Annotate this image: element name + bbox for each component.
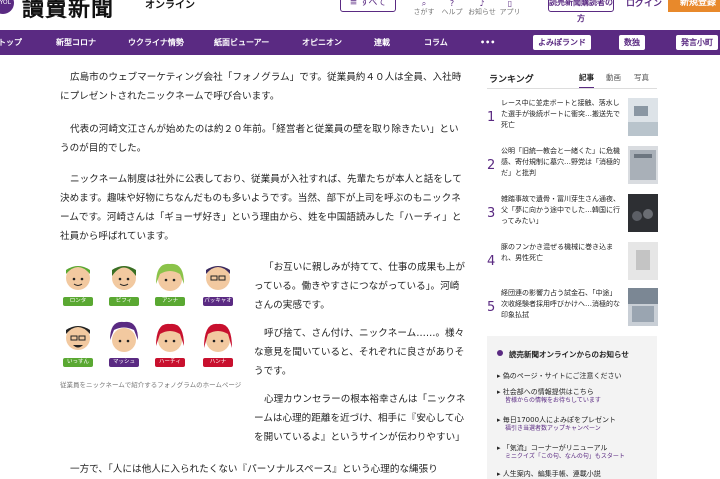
rank-headline: 豚のフンかき混ぜる機械に巻き込まれ、男性死亡 <box>501 243 614 262</box>
article-paragraph: 心理カウンセラーの根本裕幸さんは「ニックネームは心理的距離を近づけ、相手に『安心… <box>254 394 466 443</box>
login-link[interactable]: ログイン <box>626 0 662 9</box>
rank-thumbnail <box>628 288 658 326</box>
rank-thumbnail <box>628 98 658 136</box>
search-button[interactable]: ⌕ さがす <box>410 0 438 17</box>
nickname-tag: いっすん <box>63 358 93 367</box>
rank-headline: 公明「旧統一教会と一緒くた」に危機感、寄付規制に墓穴…野党は「消極的だ」と批判 <box>501 147 620 177</box>
help-button[interactable]: ? ヘルプ <box>438 0 466 17</box>
nav-pill-yomipo-land[interactable]: よみぽランド <box>533 35 591 50</box>
main-nav: トップ 新型コロナ ウクライナ情勢 紙面ビューアー オピニオン 連載 コラム •… <box>0 30 720 55</box>
notice-item[interactable]: ▸ 毎日17000人によみぽをプレゼント 福引き当選者数アップキャンペーン <box>497 416 657 433</box>
rank-thumbnail <box>628 242 658 280</box>
app-icon: ▯ <box>507 0 513 8</box>
nav-pill-sudoku[interactable]: 数独 <box>619 35 645 50</box>
site-logo[interactable]: 讀賣新聞 <box>22 0 114 23</box>
article-paragraph: 「お互いに親しみが持てて、仕事の成果も上がっている。働きやすさにつながっている」… <box>254 262 465 311</box>
rank-thumbnail <box>628 194 658 232</box>
tab-articles[interactable]: 記事 <box>579 72 594 89</box>
face-illustration <box>112 266 136 290</box>
nickname-tag: マッシュ <box>109 358 139 367</box>
face-illustration <box>156 263 184 291</box>
nav-item-opinion[interactable]: オピニオン <box>302 30 342 55</box>
article-paragraph: 広島市のウェブマーケティング会社「フォノグラム」です。従業員約４０人は全員、入社… <box>60 72 462 102</box>
notice-item[interactable]: ▸ 「気流」コーナーがリニューアル ミニクイズ「この句、なんの句」もスタート <box>497 444 657 461</box>
notice-panel: 読売新聞オンラインからのお知らせ ▸ 偽のページ・サイトにご注意ください ▸ 社… <box>487 336 657 479</box>
bell-icon: ♪ <box>479 0 485 8</box>
nav-item-series[interactable]: 連載 <box>374 30 390 55</box>
nav-item-top[interactable]: トップ <box>0 30 22 55</box>
nickname-tag: ロンタ <box>63 297 93 306</box>
article-paragraph: 一方で、「人には他人に入られたくない『パーソナルスペース』という心理的な縄張り <box>70 464 438 475</box>
site-header: YOL 讀賣新聞 オンライン ≡ すべて ⌕ さがす ? ヘルプ ♪ お知らせ ▯ アプ… <box>0 0 720 30</box>
figure-caption: 従業員をニックネームで紹介するフォノグラムのホームページ <box>60 381 242 389</box>
logo-badge: YOL <box>0 0 14 14</box>
app-button[interactable]: ▯ アプリ <box>496 0 524 17</box>
site-logo-sub: オンライン <box>145 0 195 11</box>
subscriber-register-button[interactable]: 読売新聞購読者の方 <box>548 0 614 23</box>
nav-more-button[interactable]: ••• <box>480 30 495 55</box>
article-paragraph: ニックネーム制度は社外に公表しており、従業員が入社すれば、先輩たちが本人と話をし… <box>60 174 462 242</box>
help-icon: ? <box>449 0 455 8</box>
new-registration-button[interactable]: 新規登録 <box>668 0 720 12</box>
divider <box>487 88 657 89</box>
face-illustration <box>156 323 184 352</box>
tab-photos[interactable]: 写真 <box>634 72 649 83</box>
rank-headline: レース中に並走ボートと接触、落水した選手が後続ボートに衝突…搬送先で死亡 <box>501 99 620 129</box>
rank-number: 1 <box>487 110 496 125</box>
article-paragraph: 代表の河崎文江さんが始めたのは約２０年前。「経営者と従業員の壁を取り除きたい」と… <box>60 124 459 154</box>
rank-number: 5 <box>487 300 496 315</box>
nickname-tag: パッキャオ <box>203 297 233 306</box>
face-illustration <box>66 326 90 350</box>
face-illustration <box>110 321 138 352</box>
nav-item-column[interactable]: コラム <box>424 30 448 55</box>
bullet-icon <box>497 350 503 356</box>
article-paragraph: 呼び捨て、さん付け、ニックネーム……。様々な意見を聞いていると、それぞれに良さが… <box>254 328 465 377</box>
tab-videos[interactable]: 動画 <box>606 72 621 83</box>
notice-item[interactable]: ▸ 人生案内、編集手帳、連載小説 <box>497 470 657 479</box>
nickname-tag: ハーチィ <box>155 358 185 367</box>
search-icon: ⌕ <box>421 0 427 8</box>
rank-thumbnail <box>628 146 658 184</box>
notice-item[interactable]: ▸ 偽のページ・サイトにご注意ください <box>497 372 657 381</box>
rank-headline: 雑踏事故で遺骨・冨川芽生さん通夜、父「夢に向かう途中でした…韓国に行ってみたい」 <box>501 195 620 225</box>
nav-item-coronavirus[interactable]: 新型コロナ <box>56 30 96 55</box>
rank-number: 4 <box>487 254 496 269</box>
rank-headline: 経団連の影響力占う試金石、「中途」次收経験者採用呼びかけへ…消極的な印象払拭 <box>501 289 620 319</box>
face-illustration <box>204 323 232 352</box>
notice-item[interactable]: ▸ 社会部への情報提供はこちら 皆様からの情報をお待ちしています <box>497 388 657 405</box>
notice-title: 読売新聞オンラインからのお知らせ <box>509 350 629 359</box>
nickname-tag: アンナ <box>155 297 185 306</box>
nav-item-viewer[interactable]: 紙面ビューアー <box>214 30 269 55</box>
nav-pill-hatsugen-komachi[interactable]: 発言小町 <box>676 35 718 50</box>
rank-number: 2 <box>487 158 496 173</box>
ranking-title: ランキング <box>489 75 534 85</box>
nickname-tag: ピフィ <box>109 297 139 306</box>
face-illustration <box>66 266 90 290</box>
nav-item-ukraine[interactable]: ウクライナ情勢 <box>128 30 184 55</box>
all-menu-button[interactable]: ≡ すべて <box>340 0 396 12</box>
rank-number: 3 <box>487 206 496 221</box>
notifications-button[interactable]: ♪ お知らせ <box>468 0 496 17</box>
face-illustration <box>206 266 230 290</box>
nickname-tag: ハンナ <box>203 358 233 367</box>
